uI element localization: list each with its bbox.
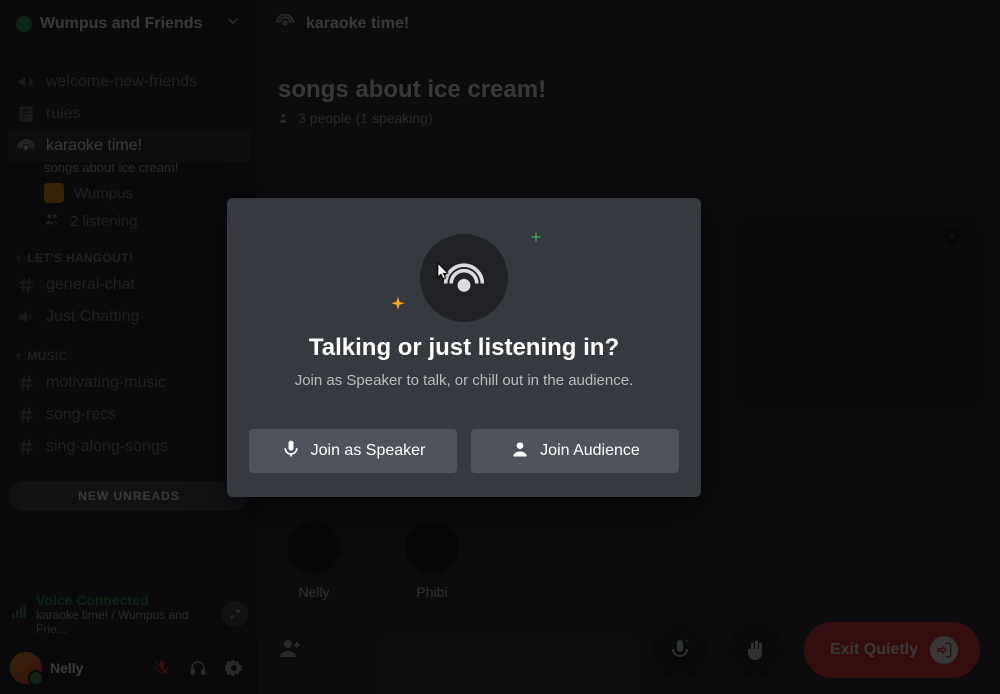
channel-header: karaoke time! [258,0,1000,48]
listening-label: 2 listening [70,213,138,230]
megaphone-icon [16,72,36,92]
button-label: Join as Speaker [311,442,426,460]
channel-label: song-recs [46,406,116,424]
people-icon [278,111,292,125]
audience-row: Nelly Phibi [286,520,460,600]
sparkle-icon [389,295,407,318]
channel-title: karaoke time! [306,15,409,33]
sparkle-icon [529,230,543,249]
avatar [286,520,342,576]
server-badge-icon [16,16,32,32]
stage-icon [16,136,36,156]
voice-status-sub: karaoke time! / Wumpus and Frie... [36,608,214,636]
voice-status-title: Voice Connected [36,592,214,608]
avatar[interactable] [10,652,42,684]
stage-subtitle: 3 people (1 speaking) [278,110,980,126]
invite-user-button[interactable] [278,636,302,665]
modal-description: Join as Speaker to talk, or chill out in… [249,372,679,389]
hash-icon [16,373,36,393]
stage-topic: songs about ice cream! [0,160,258,175]
server-header[interactable]: Wumpus and Friends [0,0,258,48]
channel-label: sing-along-songs [46,438,168,456]
shield-icon [940,226,964,255]
username: Nelly [50,660,140,676]
channel-list: welcome-new-friends rules karaoke time! … [0,48,258,586]
audience-icon [510,439,530,464]
leave-icon [930,636,958,664]
deafen-button[interactable] [184,654,212,682]
channel-stage-karaoke[interactable]: karaoke time! [8,130,250,162]
modal-title: Talking or just listening in? [249,334,679,362]
join-stage-modal: Talking or just listening in? Join as Sp… [227,198,701,497]
hash-icon [16,275,36,295]
hash-icon [16,437,36,457]
modal-hero [249,228,679,328]
cursor-icon [435,262,453,285]
section-hangout[interactable]: ▾LET'S HANGOUT! [0,235,258,269]
channel-welcome[interactable]: welcome-new-friends [0,66,258,98]
channel-label: karaoke time! [46,137,142,155]
stage-title: songs about ice cream! [278,76,980,104]
stage-icon [274,10,296,37]
mute-button[interactable] [148,654,176,682]
server-name: Wumpus and Friends [40,15,202,33]
avatar [404,520,460,576]
raise-hand-button[interactable] [728,622,784,678]
sidebar: Wumpus and Friends welcome-new-friends r… [0,0,258,694]
rules-icon [16,104,36,124]
settings-button[interactable] [220,654,248,682]
chevron-down-icon [224,12,242,35]
join-as-speaker-button[interactable]: Join as Speaker [249,429,457,473]
channel-label: welcome-new-friends [46,73,197,91]
channel-song-recs[interactable]: song-recs [0,399,258,431]
channel-just-chatting[interactable]: Just Chatting [0,301,258,333]
channel-label: rules [46,105,81,123]
channel-label: Just Chatting [46,308,139,326]
button-label: Join Audience [540,442,640,460]
channel-label: general-chat [46,276,135,294]
voice-connected-panel: Voice Connected karaoke time! / Wumpus a… [0,586,258,642]
signal-icon [10,603,28,626]
join-audience-button[interactable]: Join Audience [471,429,679,473]
channel-general-chat[interactable]: general-chat [0,269,258,301]
speaker-name: Wumpus [74,185,133,202]
exit-quietly-button[interactable]: Exit Quietly [804,622,980,678]
request-to-speak-button[interactable] [652,622,708,678]
microphone-icon [281,439,301,464]
modal-buttons: Join as Speaker Join Audience [249,429,679,473]
hash-icon [16,405,36,425]
section-music[interactable]: ▾MUSIC [0,333,258,367]
user-panel: Nelly [0,642,258,694]
people-icon [44,211,60,231]
channel-label: motivating-music [46,374,166,392]
app-root: Wumpus and Friends welcome-new-friends r… [0,0,1000,694]
member-name: Nelly [298,584,329,600]
speaker-icon [16,307,36,327]
exit-label: Exit Quietly [830,641,918,659]
stage-listening-row[interactable]: 2 listening [0,207,258,235]
member-name: Phibi [416,584,447,600]
disconnect-button[interactable] [222,601,248,627]
stage-footer: Exit Quietly [258,606,1000,694]
avatar-icon [44,183,64,203]
new-unreads-pill[interactable]: NEW UNREADS [10,481,248,511]
audience-member[interactable]: Phibi [404,520,460,600]
channel-sing-along[interactable]: sing-along-songs [0,431,258,463]
stage-speaker-row[interactable]: Wumpus [0,179,258,207]
channel-rules[interactable]: rules [0,98,258,130]
moderator-card[interactable] [746,210,980,400]
audience-member[interactable]: Nelly [286,520,342,600]
stage-hero-icon [420,234,508,322]
channel-motivating-music[interactable]: motivating-music [0,367,258,399]
